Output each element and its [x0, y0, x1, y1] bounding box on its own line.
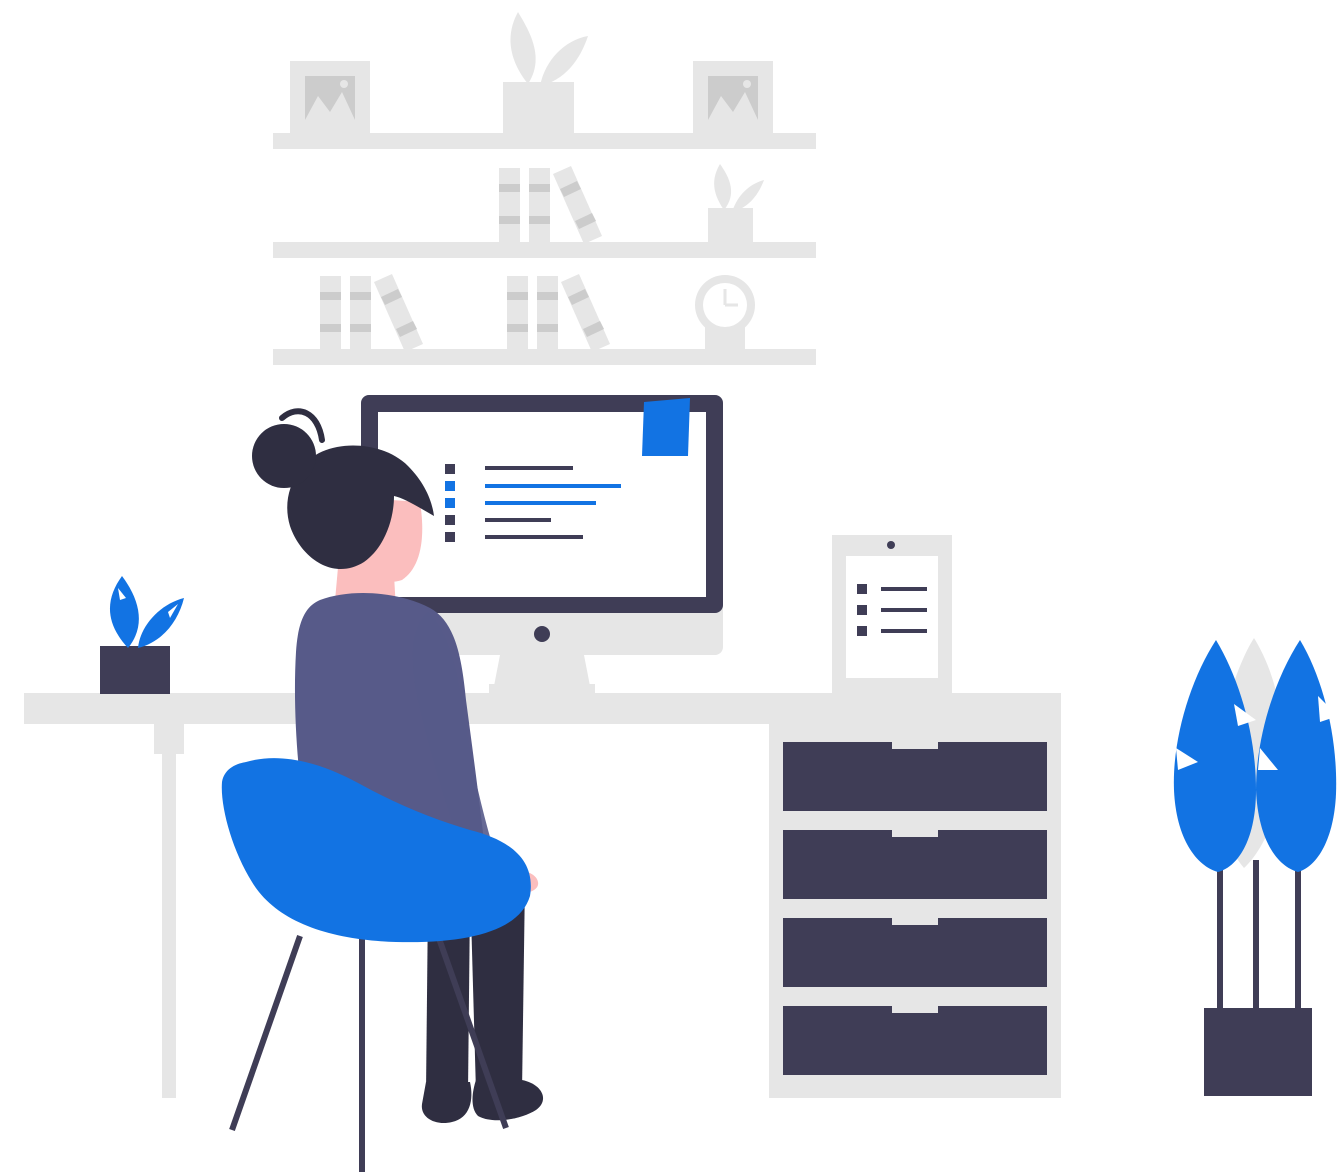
book-icon — [320, 274, 423, 352]
shelf-icon — [273, 133, 816, 149]
monitor-base — [489, 684, 595, 694]
drawer-icon — [783, 830, 1047, 899]
monitor-button — [534, 626, 550, 642]
person-shoe — [421, 1082, 472, 1124]
person-shoe — [472, 1080, 544, 1121]
clock-icon — [695, 275, 755, 350]
drawer-icon — [783, 1006, 1047, 1075]
sticky-note-icon — [642, 398, 690, 456]
shelf-icon — [273, 242, 816, 258]
picture-frame-icon — [693, 61, 773, 133]
shelf-icon — [273, 349, 816, 365]
person-hair-bun — [252, 424, 316, 488]
drawer-icon — [783, 742, 1047, 811]
chair-leg — [229, 935, 303, 1131]
book-icon — [499, 166, 602, 244]
plant-icon — [503, 12, 588, 134]
monitor-stand — [494, 655, 590, 686]
plant-icon — [708, 164, 764, 242]
desk-top — [24, 693, 1061, 724]
document-icon — [832, 535, 952, 695]
wall-shelves — [273, 12, 816, 365]
book-icon — [507, 274, 610, 352]
plant-icon — [1173, 638, 1338, 1096]
desk — [24, 693, 1061, 1098]
desk-leg — [162, 750, 176, 1098]
drawer-icon — [783, 918, 1047, 987]
plant-icon — [100, 576, 184, 694]
picture-frame-icon — [290, 61, 370, 133]
desk-leg — [154, 722, 184, 754]
office-illustration — [24, 12, 1338, 1172]
